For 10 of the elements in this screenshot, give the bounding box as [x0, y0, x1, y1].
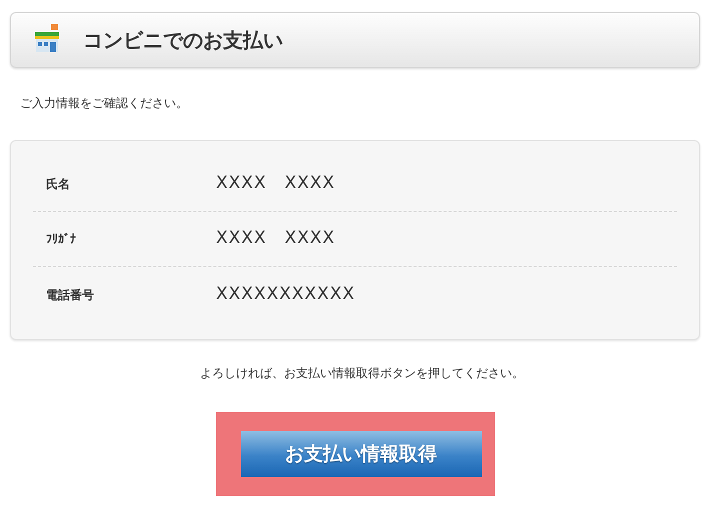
payment-info-button[interactable]: お支払い情報取得: [240, 431, 482, 477]
field-value: XXXXXXXXXXX: [216, 282, 356, 306]
note-text: よろしければ、お支払い情報取得ボタンを押してください。: [199, 365, 525, 382]
field-label: 氏名: [45, 176, 71, 193]
field-value: XXXX XXXX: [216, 227, 336, 250]
field-label: ﾌﾘｶﾞﾅ: [45, 231, 77, 248]
field-value: XXXX XXXX: [216, 172, 336, 196]
instruction-text: ご入力情報をご確認ください。: [20, 95, 189, 112]
field-label: 電話番号: [45, 286, 95, 304]
header-title: コンビニでのお支払い: [83, 27, 283, 54]
